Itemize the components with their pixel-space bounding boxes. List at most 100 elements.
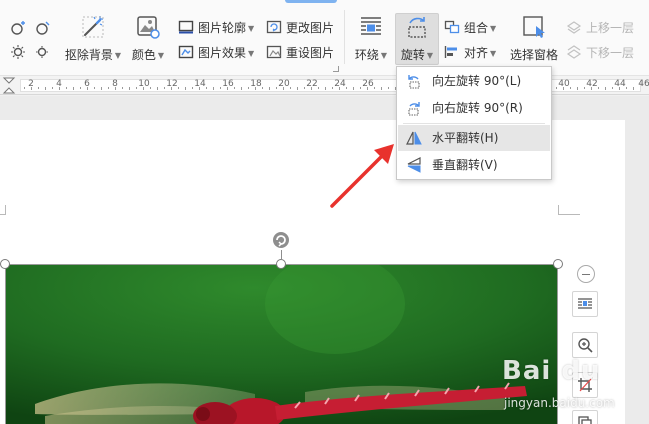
flip-horizontal-icon: [406, 131, 422, 145]
menu-item-label: 向右旋转 90°(R): [432, 101, 523, 115]
rotation-handle-icon[interactable]: [271, 230, 291, 250]
ruler-tick: [192, 87, 193, 89]
menu-item-rotate-right[interactable]: 向右旋转 90°(R): [398, 95, 550, 121]
align-label: 对齐: [464, 46, 489, 60]
ruler-tick: [255, 87, 256, 90]
ruler-tick: [332, 87, 333, 89]
crop-tool-icon[interactable]: [8, 20, 30, 38]
color-label: 颜色: [131, 48, 156, 62]
menu-separator: [403, 123, 545, 124]
ruler-tick: [122, 87, 123, 89]
ruler-label: 46: [638, 79, 649, 89]
ruler-tick: [388, 87, 389, 89]
picture-outline-button[interactable]: 图片轮廓 ▼: [178, 18, 254, 38]
page-margin-corner: [0, 205, 6, 215]
ruler-tick: [563, 87, 564, 90]
ruler-tick: [66, 87, 67, 89]
ruler-tick: [605, 87, 606, 90]
bring-forward-icon: [566, 20, 582, 34]
text-wrap-icon: [361, 17, 381, 35]
ruler-label: 20: [278, 79, 290, 89]
resize-handle-top-right[interactable]: [553, 259, 563, 269]
chevron-down-icon: ▼: [380, 51, 388, 60]
darken-tool-icon[interactable]: [32, 44, 54, 62]
rotate-button[interactable]: 旋转 ▼: [396, 14, 438, 70]
align-button[interactable]: 对齐 ▼: [444, 43, 496, 63]
compress-tool-icon[interactable]: [32, 20, 54, 38]
menu-item-flip-vertical[interactable]: 垂直翻转(V): [398, 152, 550, 178]
ribbon-expand-corner[interactable]: [333, 66, 339, 72]
page-margin-corner: [558, 205, 580, 215]
layout-options-icon: [578, 298, 592, 309]
magic-wand-icon: [82, 16, 104, 38]
ruler-label: 42: [586, 79, 598, 89]
rotate-left-icon: [408, 75, 420, 89]
ruler-tick: [164, 87, 165, 89]
ruler-tick: [339, 87, 340, 90]
annotation-arrow: [330, 144, 394, 208]
ruler-tick: [626, 87, 627, 89]
group-label: 组合: [464, 21, 489, 35]
chevron-down-icon: ▼: [248, 49, 255, 58]
ruler-label: 14: [194, 79, 206, 89]
wrap-text-button[interactable]: 环绕 ▼: [351, 14, 391, 70]
reset-picture-button[interactable]: 重设图片: [266, 43, 334, 63]
ruler-tick: [584, 87, 585, 89]
ruler-tick: [276, 87, 277, 89]
picture-color-icon: [137, 16, 160, 39]
ruler-tick: [171, 87, 172, 90]
rotate-icon: [408, 17, 426, 38]
collapse-tool-icon[interactable]: [577, 265, 595, 283]
baidu-jingyan-watermark: Bai du jingyan.baidu.com: [500, 352, 649, 424]
remove-background-button[interactable]: 抠除背景 ▼: [62, 14, 124, 70]
ruler-tick: [150, 87, 151, 89]
color-button[interactable]: 颜色 ▼: [128, 14, 168, 70]
rotate-dropdown-menu: 向左旋转 90°(L) 向右旋转 90°(R) 水平翻转(H) 垂直翻转(V): [396, 66, 552, 180]
ruler-tick: [87, 87, 88, 90]
ruler-tick: [24, 87, 25, 89]
change-picture-label: 更改图片: [286, 21, 335, 35]
ruler-tick: [598, 87, 599, 89]
resize-handle-top-center[interactable]: [276, 259, 286, 269]
picture-outline-label: 图片轮廓: [198, 21, 247, 35]
ruler-tick: [136, 87, 137, 89]
ruler-tick: [248, 87, 249, 89]
ruler-tick: [31, 87, 32, 90]
menu-item-rotate-left[interactable]: 向左旋转 90°(L): [398, 68, 550, 94]
wrap-text-label: 环绕: [354, 48, 379, 62]
group-button[interactable]: 组合 ▼: [444, 18, 496, 38]
active-tab-indicator: [285, 0, 337, 3]
ruler-tick: [73, 87, 74, 90]
ruler-tick: [318, 87, 319, 89]
send-backward-button[interactable]: 下移一层: [566, 43, 634, 63]
selection-pane-button[interactable]: 选择窗格: [508, 14, 560, 70]
group-icon: [444, 20, 460, 34]
picture-effect-button[interactable]: 图片效果 ▼: [178, 43, 254, 63]
bring-forward-button[interactable]: 上移一层: [566, 18, 634, 38]
ruler-tick: [325, 87, 326, 90]
ruler-tick: [178, 87, 179, 89]
resize-handle-top-left[interactable]: [0, 259, 10, 269]
ruler-label: 10: [138, 79, 150, 89]
dragonfly-photo[interactable]: [5, 264, 558, 424]
lighten-tool-icon[interactable]: [8, 44, 30, 62]
ruler-tick: [381, 87, 382, 90]
change-picture-icon: [266, 20, 282, 34]
bring-forward-label: 上移一层: [586, 21, 635, 35]
menu-item-flip-horizontal[interactable]: 水平翻转(H): [398, 125, 550, 151]
ruler-label: 16: [222, 79, 234, 89]
selection-pane-label: 选择窗格: [509, 48, 558, 62]
rotation-handle-stem: [281, 250, 282, 260]
ruler-tick: [129, 87, 130, 90]
layout-options-button[interactable]: [572, 291, 598, 317]
ruler-tick: [304, 87, 305, 89]
ruler-tick: [199, 87, 200, 90]
chevron-down-icon: ▼: [490, 24, 497, 33]
ruler-tick: [633, 87, 634, 90]
indent-marker-icon[interactable]: [2, 77, 16, 94]
selection-pane-icon: [523, 16, 545, 38]
send-backward-label: 下移一层: [586, 46, 635, 60]
ruler-label: 22: [306, 79, 318, 89]
photo-content: [5, 264, 558, 424]
change-picture-button[interactable]: 更改图片: [266, 18, 334, 38]
